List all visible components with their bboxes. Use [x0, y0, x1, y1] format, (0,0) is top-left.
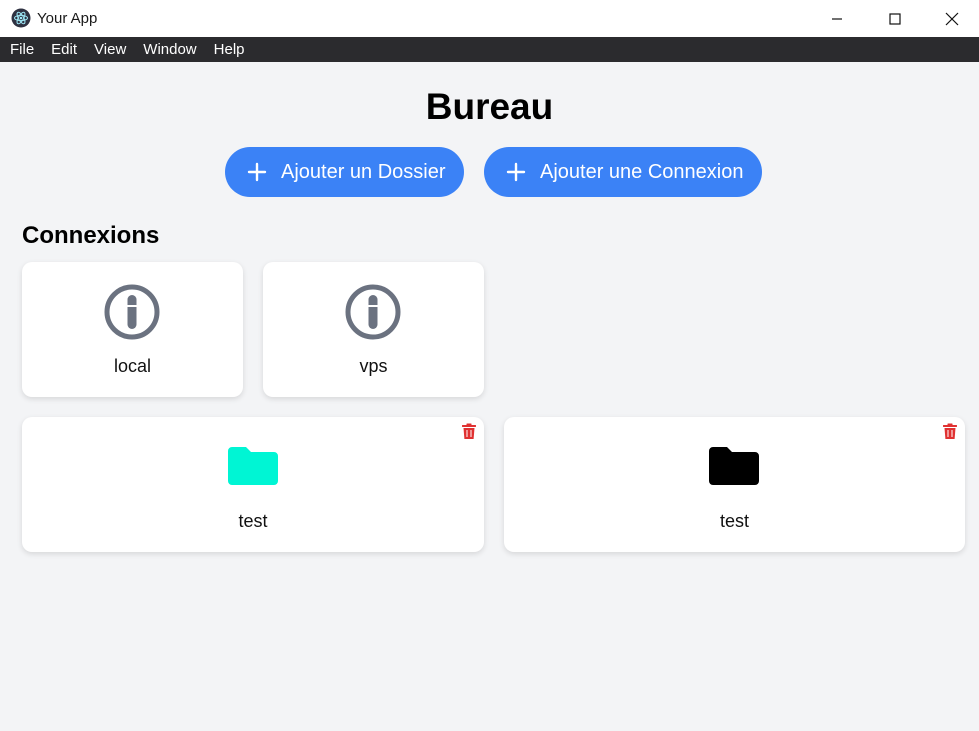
connection-icon [345, 284, 401, 340]
close-button[interactable] [929, 0, 975, 37]
title-bar: Your App [0, 0, 979, 37]
maximize-icon [889, 12, 901, 25]
trash-icon[interactable] [942, 423, 958, 440]
connection-name: local [113, 356, 152, 376]
menu-bar: File Edit View Window Help [0, 37, 979, 62]
connection-icon [104, 284, 160, 340]
minimize-button[interactable] [814, 0, 860, 37]
folder-icon [709, 447, 759, 485]
menu-view[interactable]: View [94, 41, 126, 58]
folder-card-2[interactable]: test [504, 417, 965, 552]
connections-heading: Connexions [22, 222, 160, 249]
add-connection-label: Ajouter une Connexion [540, 160, 744, 183]
add-folder-button[interactable]: Ajouter un Dossier [225, 147, 464, 197]
app-logo-icon [11, 8, 31, 28]
main-content: Bureau Ajouter un Dossier Ajouter une Co… [0, 62, 979, 731]
plus-icon [247, 162, 267, 182]
add-connection-button[interactable]: Ajouter une Connexion [484, 147, 762, 197]
page-title: Bureau [425, 86, 554, 127]
folder-icon [228, 447, 278, 485]
maximize-button[interactable] [872, 0, 918, 37]
plus-icon [506, 162, 526, 182]
window-title: Your App [37, 10, 98, 27]
menu-window[interactable]: Window [143, 41, 196, 58]
connection-card-vps[interactable]: vps [263, 262, 484, 397]
folder-card-1[interactable]: test [22, 417, 484, 552]
menu-edit[interactable]: Edit [51, 41, 77, 58]
menu-file[interactable]: File [10, 41, 34, 58]
minimize-icon [832, 17, 842, 20]
close-icon [945, 12, 959, 25]
connection-name: vps [359, 356, 388, 376]
trash-icon[interactable] [461, 423, 477, 440]
connection-card-local[interactable]: local [22, 262, 243, 397]
folder-name: test [719, 511, 749, 531]
folder-name: test [238, 511, 268, 531]
add-folder-label: Ajouter un Dossier [281, 160, 446, 183]
menu-help[interactable]: Help [214, 41, 245, 58]
